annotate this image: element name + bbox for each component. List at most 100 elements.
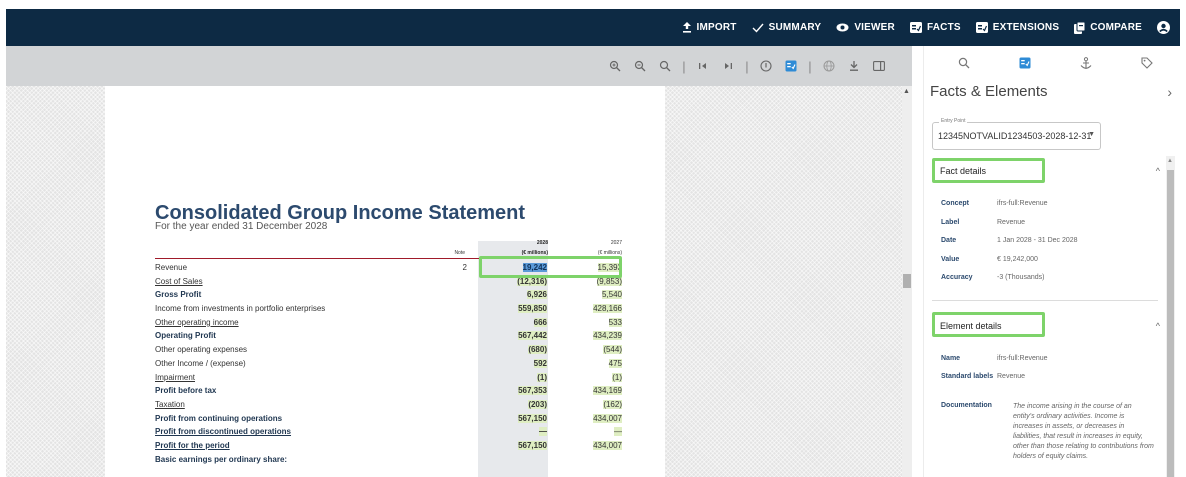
scroll-up-icon[interactable]: ▲ <box>903 88 910 95</box>
nav-import-label: IMPORT <box>696 22 737 33</box>
chevron-right-icon[interactable]: › <box>1167 84 1172 100</box>
fact-value-2027-text: (9,853) <box>596 276 622 286</box>
nav-summary-button[interactable]: SUMMARY <box>752 22 822 33</box>
facts-icon[interactable] <box>1011 51 1039 75</box>
toolbar-separator: | <box>745 58 749 74</box>
panel-scroll-thumb[interactable] <box>1167 170 1174 477</box>
fact-value-2028[interactable]: 567,442 <box>487 331 547 341</box>
row-label: Other operating income <box>155 317 239 327</box>
detail-key: Documentation <box>941 402 992 409</box>
fact-value-2028-text: (203) <box>528 399 547 409</box>
fact-value-2027[interactable]: (9,853) <box>562 276 622 286</box>
tag-icon[interactable] <box>1133 51 1161 75</box>
panel-toggle-icon[interactable] <box>868 55 890 77</box>
fact-value-2028[interactable]: 567,150 <box>487 440 547 450</box>
nav-facts-button[interactable]: FACTS <box>909 22 961 33</box>
row-label: Profit for the period <box>155 440 230 450</box>
panel-tabs <box>924 46 1186 80</box>
fact-value-2027-text: 434,007 <box>593 440 622 450</box>
nav-compare-button[interactable]: COMPARE <box>1074 21 1142 34</box>
toolbar-separator: | <box>808 58 812 74</box>
year-2027-header: 2027 <box>610 240 622 246</box>
nav-extensions-label: EXTENSIONS <box>992 22 1060 33</box>
fact-value-2027[interactable]: 434,007 <box>562 413 622 423</box>
revenue-fact-highlight <box>479 256 622 278</box>
statement-row: Operating Profit 567,442 434,239 <box>155 329 622 343</box>
fact-value-2028[interactable]: 559,850 <box>487 304 547 314</box>
entry-point-value: 12345NOTVALID1234503-2028-12-31 <box>938 131 1092 141</box>
upload-icon <box>682 22 691 33</box>
nav-import-button[interactable]: IMPORT <box>682 22 737 33</box>
section-divider <box>932 300 1158 301</box>
fact-value-2028[interactable]: (680) <box>487 345 547 355</box>
document-scroll-thumb[interactable] <box>903 274 911 288</box>
row-label: Profit from continuing operations <box>155 413 283 423</box>
anchor-icon[interactable] <box>1072 51 1100 75</box>
fact-value-2027-text: (544) <box>603 345 622 355</box>
first-page-icon[interactable] <box>692 55 714 77</box>
fact-value-2028[interactable]: 666 <box>487 317 547 327</box>
panel-scrollbar[interactable]: ▲ <box>1166 156 1175 477</box>
zoom-in-icon[interactable] <box>604 55 626 77</box>
fact-value-2028[interactable]: — <box>487 427 547 437</box>
scroll-up-icon[interactable]: ▲ <box>1167 158 1173 164</box>
fact-value-2027-text: 5,540 <box>601 290 622 300</box>
zoom-reset-icon[interactable] <box>654 55 676 77</box>
fact-value-2028[interactable]: 6,926 <box>487 290 547 300</box>
fact-value-2028[interactable]: 567,150 <box>487 413 547 423</box>
fact-value-2027[interactable]: (162) <box>562 399 622 409</box>
fact-value-2028[interactable]: 567,353 <box>487 386 547 396</box>
extensions-icon <box>975 22 988 33</box>
fact-value-2028[interactable]: (12,316) <box>487 276 547 286</box>
globe-icon[interactable] <box>818 55 840 77</box>
document-canvas[interactable]: Consolidated Group Income Statement For … <box>6 86 902 477</box>
fact-value-2027-text: 434,239 <box>593 331 622 341</box>
search-icon[interactable] <box>950 51 978 75</box>
fact-value-2027[interactable]: (1) <box>562 372 622 382</box>
fact-value-2027-text: 475 <box>608 358 622 368</box>
collapse-fact-details-icon[interactable]: ^ <box>1156 166 1160 176</box>
statement-row: Profit before tax 567,353 434,169 <box>155 384 622 398</box>
fact-value-2027[interactable]: — <box>562 427 622 437</box>
fact-value-2028-text: — <box>539 427 547 437</box>
fact-value-2027[interactable]: 5,540 <box>562 290 622 300</box>
statement-row: Income from investments in portfolio ent… <box>155 302 622 316</box>
fact-value-2027[interactable]: 434,007 <box>562 440 622 450</box>
fact-value-2027[interactable]: (544) <box>562 345 622 355</box>
facts-toggle-icon[interactable] <box>780 55 802 77</box>
info-icon[interactable] <box>755 55 777 77</box>
statement-row: Basic earnings per ordinary share: <box>155 453 622 467</box>
zoom-out-icon[interactable] <box>629 55 651 77</box>
statement-row: Other operating expenses (680) (544) <box>155 343 622 357</box>
toolbar-separator: | <box>682 58 686 74</box>
entry-point-select[interactable]: Entry Point 12345NOTVALID1234503-2028-12… <box>932 118 1101 150</box>
document-viewer: | | | Consolidated Group Income Statemen… <box>6 46 912 477</box>
document-scrollbar[interactable]: ▲ <box>902 86 912 477</box>
statement-row: Other operating income 666 533 <box>155 316 622 330</box>
nav-extensions-button[interactable]: EXTENSIONS <box>975 22 1060 33</box>
fact-value-2027[interactable]: 434,169 <box>562 386 622 396</box>
fact-value-2027-text: 434,169 <box>593 386 622 396</box>
statement-row: Profit from continuing operations 567,150… <box>155 412 622 426</box>
row-note: 2 <box>462 263 467 272</box>
fact-value-2027-text: 533 <box>608 317 622 327</box>
fact-value-2027[interactable]: 475 <box>562 358 622 368</box>
fact-value-2028[interactable]: 592 <box>487 358 547 368</box>
fact-value-2028[interactable]: (203) <box>487 399 547 409</box>
fact-value-2028-text: 6,926 <box>526 290 547 300</box>
nav-viewer-label: VIEWER <box>854 22 895 33</box>
fact-value-2027[interactable]: 533 <box>562 317 622 327</box>
detail-value: ifrs-full:Revenue <box>997 200 1048 207</box>
last-page-icon[interactable] <box>717 55 739 77</box>
row-label: Profit from discontinued operations <box>155 427 292 437</box>
download-icon[interactable] <box>843 55 865 77</box>
fact-value-2028-text: 567,442 <box>518 331 547 341</box>
detail-key: Name <box>941 355 961 362</box>
fact-value-2027[interactable]: 434,239 <box>562 331 622 341</box>
fact-value-2028[interactable]: (1) <box>487 372 547 382</box>
account-button[interactable] <box>1157 21 1170 34</box>
fact-value-2027[interactable]: 428,166 <box>562 304 622 314</box>
nav-viewer-button[interactable]: VIEWER <box>836 22 895 33</box>
collapse-element-details-icon[interactable]: ^ <box>1156 321 1160 331</box>
eye-icon <box>836 23 849 32</box>
